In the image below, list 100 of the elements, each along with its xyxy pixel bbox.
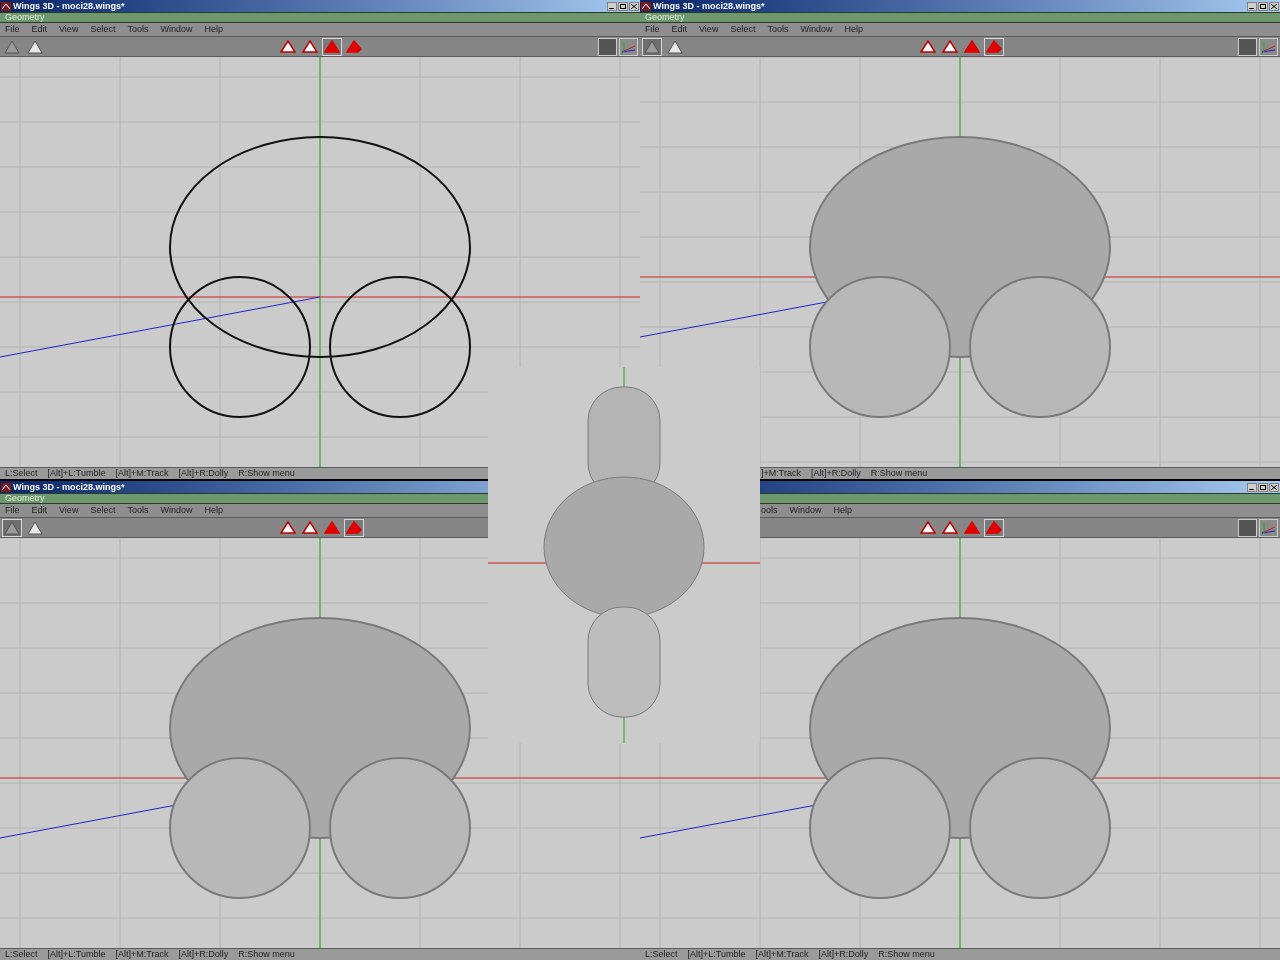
menu-item[interactable]: Window xyxy=(800,25,833,34)
view-mode-button[interactable] xyxy=(642,37,662,56)
close-button[interactable] xyxy=(629,1,639,11)
menu-item[interactable]: Window xyxy=(160,25,193,34)
minimize-button[interactable] xyxy=(607,1,617,11)
selection-mode-button[interactable] xyxy=(300,37,320,56)
menu-item[interactable]: Tools xyxy=(127,25,149,34)
pyramid-icon xyxy=(346,40,362,53)
menu-item[interactable]: View xyxy=(699,25,719,34)
mode-label: Geometry xyxy=(645,13,685,22)
menu-item[interactable]: Window xyxy=(789,506,822,515)
axes-icon xyxy=(621,39,636,54)
menu-item[interactable]: Help xyxy=(204,506,223,515)
restore-button[interactable] xyxy=(1258,1,1268,11)
pyramid-icon xyxy=(4,39,20,54)
status-hint: L:Select xyxy=(645,950,678,959)
mode-label: Geometry xyxy=(5,494,45,503)
menu-item[interactable]: Tools xyxy=(767,25,789,34)
menu-item[interactable]: Edit xyxy=(31,506,48,515)
close-icon xyxy=(1271,3,1277,9)
status-hint: R:Show menu xyxy=(870,469,928,478)
selection-mode-button[interactable] xyxy=(344,518,364,537)
axes-button[interactable] xyxy=(1259,518,1278,537)
status-hint: R:Show menu xyxy=(238,950,295,959)
selection-mode-button[interactable] xyxy=(278,37,298,56)
menu-item[interactable]: Help xyxy=(204,25,223,34)
app-icon xyxy=(1,482,11,492)
restore-button[interactable] xyxy=(618,1,628,11)
selection-mode-button[interactable] xyxy=(322,37,342,56)
menu-item[interactable]: File xyxy=(645,25,660,34)
selection-mode-button[interactable] xyxy=(300,518,320,537)
menu-item[interactable]: ools xyxy=(761,506,778,515)
app-icon xyxy=(1,1,11,11)
selection-mode-button[interactable] xyxy=(918,518,938,537)
status-hint: L:Select xyxy=(5,469,38,478)
window-title: Wings 3D - moci28.wings* xyxy=(13,482,125,492)
pyramid-icon xyxy=(4,520,20,535)
menu-item[interactable]: File xyxy=(5,25,20,34)
menu-item[interactable]: Select xyxy=(90,25,116,34)
pyramid-icon xyxy=(27,520,43,535)
status-hint: R:Show menu xyxy=(878,950,935,959)
status-hint: ]+M:Track xyxy=(761,469,801,478)
selection-mode-button[interactable] xyxy=(984,37,1004,56)
restore-icon xyxy=(1260,3,1266,9)
window-title: Wings 3D - moci28.wings* xyxy=(13,1,125,11)
pyramid-icon xyxy=(986,40,1002,53)
status-hint: [Alt]+R:Dolly xyxy=(810,469,861,478)
menu-item[interactable]: Select xyxy=(730,25,756,34)
menu-item[interactable]: Help xyxy=(844,25,863,34)
menu-item[interactable]: View xyxy=(59,25,79,34)
minimize-button[interactable] xyxy=(1247,1,1257,11)
status-hint: [Alt]+L:Tumble xyxy=(47,950,106,959)
status-hint: [Alt]+R:Dolly xyxy=(178,469,229,478)
close-button[interactable] xyxy=(1269,1,1279,11)
pyramid-icon xyxy=(964,40,980,53)
axes-button[interactable] xyxy=(1259,37,1278,56)
minimize-button[interactable] xyxy=(1247,482,1257,492)
restore-icon xyxy=(1260,484,1266,490)
menu-item[interactable]: Help xyxy=(833,506,853,515)
pyramid-icon xyxy=(920,40,936,53)
restore-button[interactable] xyxy=(1258,482,1268,492)
menu-item[interactable]: Select xyxy=(90,506,116,515)
pyramid-icon xyxy=(27,39,43,54)
selection-mode-button[interactable] xyxy=(940,518,960,537)
status-hint: L:Select xyxy=(5,950,38,959)
pyramid-icon xyxy=(280,521,296,534)
pyramid-icon xyxy=(280,40,296,53)
axes-icon xyxy=(1261,520,1276,535)
view-mode-button[interactable] xyxy=(2,518,22,537)
status-hint: [Alt]+M:Track xyxy=(115,950,169,959)
selection-mode-button[interactable] xyxy=(984,518,1004,537)
selection-mode-button[interactable] xyxy=(278,518,298,537)
mode-label: Geometry xyxy=(5,13,45,22)
close-button[interactable] xyxy=(1269,482,1279,492)
menu-item[interactable]: Edit xyxy=(31,25,48,34)
restore-icon xyxy=(620,3,626,9)
pyramid-icon xyxy=(324,40,340,53)
pyramid-icon xyxy=(986,521,1002,534)
status-hint: [Alt]+R:Dolly xyxy=(178,950,229,959)
pyramid-icon xyxy=(920,521,936,534)
axes-button[interactable] xyxy=(619,37,638,56)
pyramid-icon xyxy=(302,521,318,534)
pyramid-icon xyxy=(324,521,340,534)
status-hint: [Alt]+L:Tumble xyxy=(47,469,106,478)
status-hint: [Alt]+M:Track xyxy=(115,469,169,478)
status-hint: R:Show menu xyxy=(238,469,295,478)
selection-mode-button[interactable] xyxy=(918,37,938,56)
menu-item[interactable]: Tools xyxy=(127,506,149,515)
shading-button[interactable] xyxy=(1238,37,1257,56)
close-icon xyxy=(1271,484,1277,490)
menu-item[interactable]: Edit xyxy=(671,25,688,34)
selection-mode-button[interactable] xyxy=(940,37,960,56)
pyramid-icon xyxy=(942,521,958,534)
shading-button[interactable] xyxy=(598,37,617,56)
menu-item[interactable]: View xyxy=(59,506,79,515)
shading-button[interactable] xyxy=(1238,518,1257,537)
menu-item[interactable]: Window xyxy=(160,506,193,515)
menu-item[interactable]: File xyxy=(5,506,20,515)
pyramid-icon xyxy=(964,521,980,534)
pyramid-icon xyxy=(302,40,318,53)
